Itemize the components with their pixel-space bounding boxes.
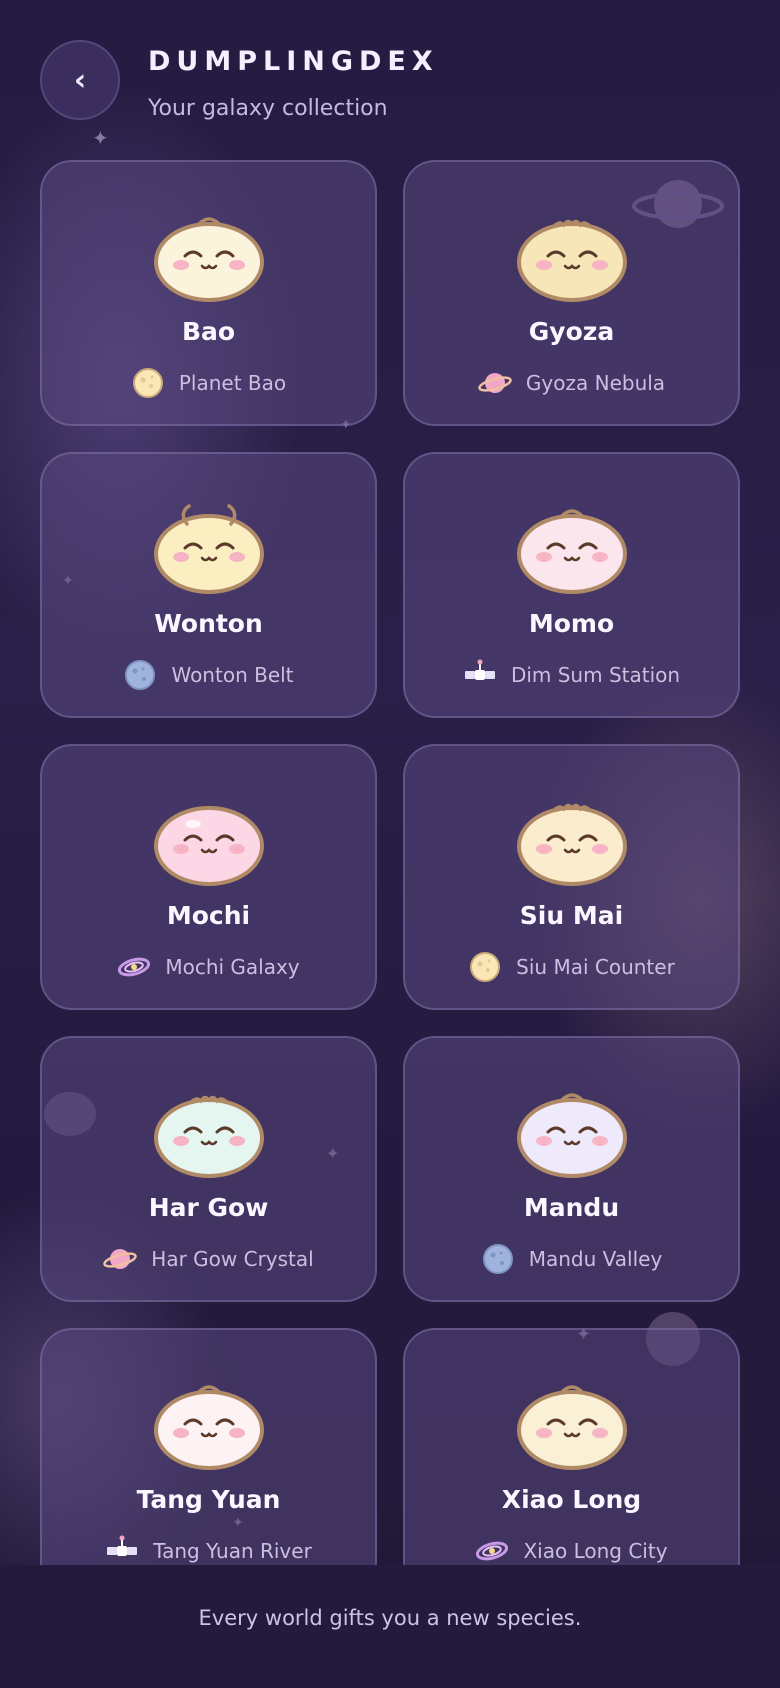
dumpling-card[interactable]: Tang Yuan Tang Yuan River	[40, 1328, 377, 1565]
dumpling-avatar	[153, 794, 265, 886]
dumpling-name: Siu Mai	[519, 901, 624, 930]
satellite-icon	[105, 1534, 139, 1565]
chevron-left-icon: ‹	[73, 62, 87, 98]
dumpling-name: Tang Yuan	[136, 1485, 281, 1514]
dumpling-name: Momo	[528, 609, 615, 638]
dumpling-world: Wonton Belt	[42, 658, 375, 692]
dumpling-card[interactable]: Mochi Mochi Galaxy	[40, 744, 377, 1010]
dumpling-world: Mandu Valley	[405, 1242, 738, 1276]
dumpling-avatar	[516, 794, 628, 886]
galaxy-icon	[117, 950, 151, 984]
satellite-icon	[463, 658, 497, 692]
footer-text: Every world gifts you a new species.	[198, 1606, 582, 1630]
world-name: Tang Yuan River	[153, 1539, 312, 1563]
galaxy-icon	[475, 1534, 509, 1565]
dumpling-grid: Bao Planet Bao Gyoza Gyoza Nebula Wonton Wont…	[40, 160, 740, 1565]
dumpling-world: Tang Yuan River	[42, 1534, 375, 1565]
dumpling-name: Wonton	[154, 609, 263, 638]
dumpling-card[interactable]: Momo Dim Sum Station	[403, 452, 740, 718]
dumpling-avatar	[153, 210, 265, 302]
dumpling-card[interactable]: Mandu Mandu Valley	[403, 1036, 740, 1302]
dumpling-name: Mochi	[166, 901, 251, 930]
dumpling-name: Bao	[181, 317, 236, 346]
world-name: Dim Sum Station	[510, 663, 681, 687]
world-name: Gyoza Nebula	[525, 371, 666, 395]
back-button[interactable]: ‹	[40, 40, 120, 120]
moon-icon	[131, 366, 165, 400]
asteroid-icon	[123, 658, 157, 692]
world-name: Xiao Long City	[523, 1539, 668, 1563]
dumpling-world: Xiao Long City	[405, 1534, 738, 1565]
collection-scroll-area[interactable]: Bao Planet Bao Gyoza Gyoza Nebula Wonton Wont…	[40, 160, 740, 1565]
dumpling-card[interactable]: Har Gow Har Gow Crystal	[40, 1036, 377, 1302]
world-name: Mandu Valley	[528, 1247, 663, 1271]
dumpling-name: Gyoza	[528, 317, 615, 346]
dumpling-card[interactable]: Wonton Wonton Belt	[40, 452, 377, 718]
moon-icon	[468, 950, 502, 984]
world-name: Har Gow Crystal	[151, 1247, 314, 1271]
asteroid-icon	[481, 1242, 515, 1276]
world-name: Siu Mai Counter	[516, 955, 675, 979]
dumpling-avatar	[516, 1086, 628, 1178]
header: ‹ DUMPLINGDEX Your galaxy collection	[0, 0, 780, 150]
dumpling-card[interactable]: Bao Planet Bao	[40, 160, 377, 426]
dumpling-card[interactable]: Gyoza Gyoza Nebula	[403, 160, 740, 426]
dumpling-name: Mandu	[523, 1193, 620, 1222]
dumpling-avatar	[516, 502, 628, 594]
ringed-planet-icon	[103, 1242, 138, 1276]
dumpling-name: Har Gow	[148, 1193, 269, 1222]
dumpling-avatar	[153, 1086, 265, 1178]
dumpling-world: Mochi Galaxy	[42, 950, 375, 984]
dumpling-world: Planet Bao	[42, 366, 375, 400]
world-name: Mochi Galaxy	[165, 955, 300, 979]
page-title: DUMPLINGDEX	[148, 46, 439, 77]
page-subtitle: Your galaxy collection	[148, 96, 388, 121]
dumpling-avatar	[153, 502, 265, 594]
dumpling-world: Gyoza Nebula	[405, 366, 738, 400]
dumpling-avatar	[516, 1378, 628, 1470]
dumpling-world: Har Gow Crystal	[42, 1242, 375, 1276]
dumpling-card[interactable]: Xiao Long Xiao Long City	[403, 1328, 740, 1565]
dumpling-avatar	[516, 210, 628, 302]
dumpling-world: Dim Sum Station	[405, 658, 738, 692]
world-name: Wonton Belt	[171, 663, 294, 687]
dumpling-world: Siu Mai Counter	[405, 950, 738, 984]
dumpling-card[interactable]: Siu Mai Siu Mai Counter	[403, 744, 740, 1010]
dumpling-name: Xiao Long	[501, 1485, 642, 1514]
ringed-planet-icon	[478, 366, 512, 400]
dumpling-avatar	[153, 1378, 265, 1470]
world-name: Planet Bao	[178, 371, 287, 395]
